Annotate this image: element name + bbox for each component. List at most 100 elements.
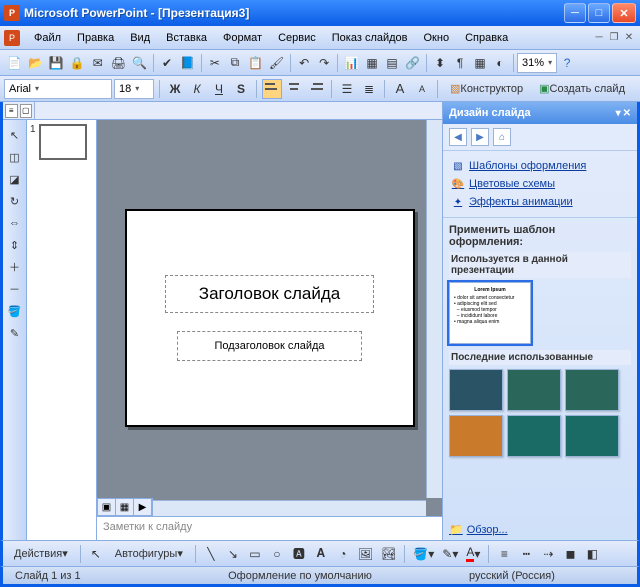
title-placeholder[interactable]: Заголовок слайда bbox=[165, 275, 374, 313]
open-button[interactable]: 📂 bbox=[25, 53, 46, 73]
bold-button[interactable]: Ж bbox=[165, 79, 185, 99]
mdi-restore[interactable]: ❐ bbox=[607, 31, 621, 45]
tables-borders-button[interactable]: ▤ bbox=[382, 53, 402, 73]
color-schemes-link[interactable]: 🎨Цветовые схемы bbox=[451, 175, 629, 193]
paste-button[interactable]: 📋 bbox=[245, 53, 266, 73]
font-color-tool[interactable]: A▾ bbox=[463, 544, 483, 564]
slideshow-view-button[interactable]: ▶ bbox=[134, 499, 152, 515]
template-recent-3[interactable] bbox=[565, 369, 619, 411]
permission-button[interactable]: 🔒 bbox=[67, 53, 88, 73]
decrease-font-button[interactable]: A bbox=[412, 79, 432, 99]
oval-tool[interactable]: ○ bbox=[267, 544, 287, 564]
normal-view-button[interactable]: ▣ bbox=[98, 499, 116, 515]
shadow-button[interactable]: S bbox=[231, 79, 251, 99]
designer-button[interactable]: ▧ Конструктор bbox=[443, 79, 530, 99]
menu-window[interactable]: Окно bbox=[416, 30, 458, 46]
help-button[interactable]: ? bbox=[557, 53, 577, 73]
subtitle-placeholder[interactable]: Подзаголовок слайда bbox=[177, 331, 362, 361]
increase-font-button[interactable]: A bbox=[390, 79, 410, 99]
templates-link[interactable]: ▧Шаблоны оформления bbox=[451, 157, 629, 175]
fill-color-tool[interactable]: 🪣▾ bbox=[410, 544, 437, 564]
taskpane-close-icon[interactable]: ✕ bbox=[623, 108, 631, 119]
menu-insert[interactable]: Вставка bbox=[158, 30, 215, 46]
wordart-tool[interactable]: 𝐀 bbox=[311, 544, 331, 564]
template-current[interactable]: Lorem Ipsum • dolor sit amet consectetur… bbox=[449, 282, 531, 344]
animation-link[interactable]: ✦Эффекты анимации bbox=[451, 193, 629, 211]
taskpane-back-icon[interactable]: ◀ bbox=[449, 128, 467, 146]
numbering-button[interactable]: ☰ bbox=[337, 79, 357, 99]
slide[interactable]: Заголовок слайда Подзаголовок слайда bbox=[125, 209, 415, 427]
shadow-style-tool[interactable]: ◼ bbox=[560, 544, 580, 564]
menu-help[interactable]: Справка bbox=[457, 30, 516, 46]
color-grayscale-button[interactable]: ◐ bbox=[490, 53, 510, 73]
slide-thumbnail-1[interactable] bbox=[39, 124, 87, 160]
email-button[interactable]: ✉ bbox=[88, 53, 108, 73]
bucket-tool[interactable]: 🪣 bbox=[5, 302, 25, 320]
line-color-tool-2[interactable]: ✎▾ bbox=[439, 544, 461, 564]
diagram-tool[interactable]: ◔ bbox=[333, 544, 353, 564]
picture-tool[interactable]: 🏞 bbox=[378, 544, 399, 564]
taskpane-dropdown-icon[interactable]: ▾ bbox=[616, 108, 621, 119]
align-left-button[interactable] bbox=[262, 79, 282, 99]
copy-button[interactable]: ⧉ bbox=[225, 53, 245, 73]
ungroup-tool[interactable]: ◪ bbox=[5, 170, 25, 188]
underline-button[interactable]: Ч bbox=[209, 79, 229, 99]
mdi-minimize[interactable]: ─ bbox=[592, 31, 606, 45]
show-formatting-button[interactable]: ¶ bbox=[450, 53, 470, 73]
textbox-tool[interactable]: 🅰 bbox=[289, 544, 309, 564]
flip-v-tool[interactable]: ⇕ bbox=[5, 236, 25, 254]
arrow-tool[interactable]: ↖ bbox=[5, 126, 25, 144]
template-recent-6[interactable] bbox=[565, 415, 619, 457]
menu-file[interactable]: Файл bbox=[26, 30, 69, 46]
new-button[interactable]: 📄 bbox=[4, 53, 25, 73]
taskpane-forward-icon[interactable]: ▶ bbox=[471, 128, 489, 146]
actions-menu[interactable]: Действия ▾ bbox=[7, 544, 75, 564]
dash-style-tool[interactable]: ┅ bbox=[516, 544, 536, 564]
insert-hyperlink-button[interactable]: 🔗 bbox=[402, 53, 423, 73]
line-tool[interactable]: ╲ bbox=[201, 544, 221, 564]
cut-button[interactable]: ✂ bbox=[205, 53, 225, 73]
rectangle-tool[interactable]: ▭ bbox=[245, 544, 265, 564]
align-right-button[interactable] bbox=[306, 79, 326, 99]
flip-h-tool[interactable]: ⇔ bbox=[5, 214, 25, 232]
research-button[interactable]: 📘 bbox=[177, 53, 198, 73]
save-button[interactable]: 💾 bbox=[46, 53, 67, 73]
menu-slideshow[interactable]: Показ слайдов bbox=[324, 30, 416, 46]
template-recent-2[interactable] bbox=[507, 369, 561, 411]
taskpane-home-icon[interactable]: ⌂ bbox=[493, 128, 511, 146]
outline-tab[interactable]: ≡ bbox=[5, 104, 18, 118]
font-size-dropdown[interactable]: 18▾ bbox=[114, 79, 154, 99]
maximize-button[interactable]: □ bbox=[588, 3, 610, 23]
menu-edit[interactable]: Правка bbox=[69, 30, 122, 46]
line-style-tool[interactable]: ≡ bbox=[494, 544, 514, 564]
sorter-view-button[interactable]: ▦ bbox=[116, 499, 134, 515]
browse-link[interactable]: 📁Обзор... bbox=[443, 519, 637, 540]
bullets-button[interactable]: ≣ bbox=[359, 79, 379, 99]
vertical-scrollbar[interactable] bbox=[426, 120, 442, 498]
italic-button[interactable]: К bbox=[187, 79, 207, 99]
template-recent-1[interactable] bbox=[449, 369, 503, 411]
plus-tool[interactable]: ＋ bbox=[5, 258, 25, 276]
minus-tool[interactable]: － bbox=[5, 280, 25, 298]
template-recent-4[interactable] bbox=[449, 415, 503, 457]
spelling-button[interactable]: ✔ bbox=[157, 53, 177, 73]
menu-view[interactable]: Вид bbox=[122, 30, 158, 46]
autoshapes-menu[interactable]: Автофигуры ▾ bbox=[108, 544, 190, 564]
font-dropdown[interactable]: Arial▾ bbox=[4, 79, 112, 99]
3d-style-tool[interactable]: ◧ bbox=[582, 544, 602, 564]
system-menu-icon[interactable]: P bbox=[4, 30, 20, 46]
slides-tab[interactable]: ▢ bbox=[20, 104, 33, 118]
clipart-tool[interactable]: 🖼 bbox=[355, 544, 376, 564]
insert-table-button[interactable]: ▦ bbox=[362, 53, 382, 73]
redo-button[interactable]: ↷ bbox=[314, 53, 334, 73]
horizontal-scrollbar[interactable] bbox=[153, 500, 426, 516]
menu-format[interactable]: Формат bbox=[215, 30, 270, 46]
print-button[interactable]: 🖨 bbox=[108, 53, 129, 73]
close-button[interactable]: ✕ bbox=[612, 3, 636, 23]
rotate-tool[interactable]: ↻ bbox=[5, 192, 25, 210]
arrow-line-tool[interactable]: ↘ bbox=[223, 544, 243, 564]
preview-button[interactable]: 🔍 bbox=[129, 53, 150, 73]
format-painter-button[interactable]: 🖌 bbox=[266, 53, 287, 73]
show-grid-button[interactable]: ▦ bbox=[470, 53, 490, 73]
arrow-style-tool[interactable]: ⇢ bbox=[538, 544, 558, 564]
